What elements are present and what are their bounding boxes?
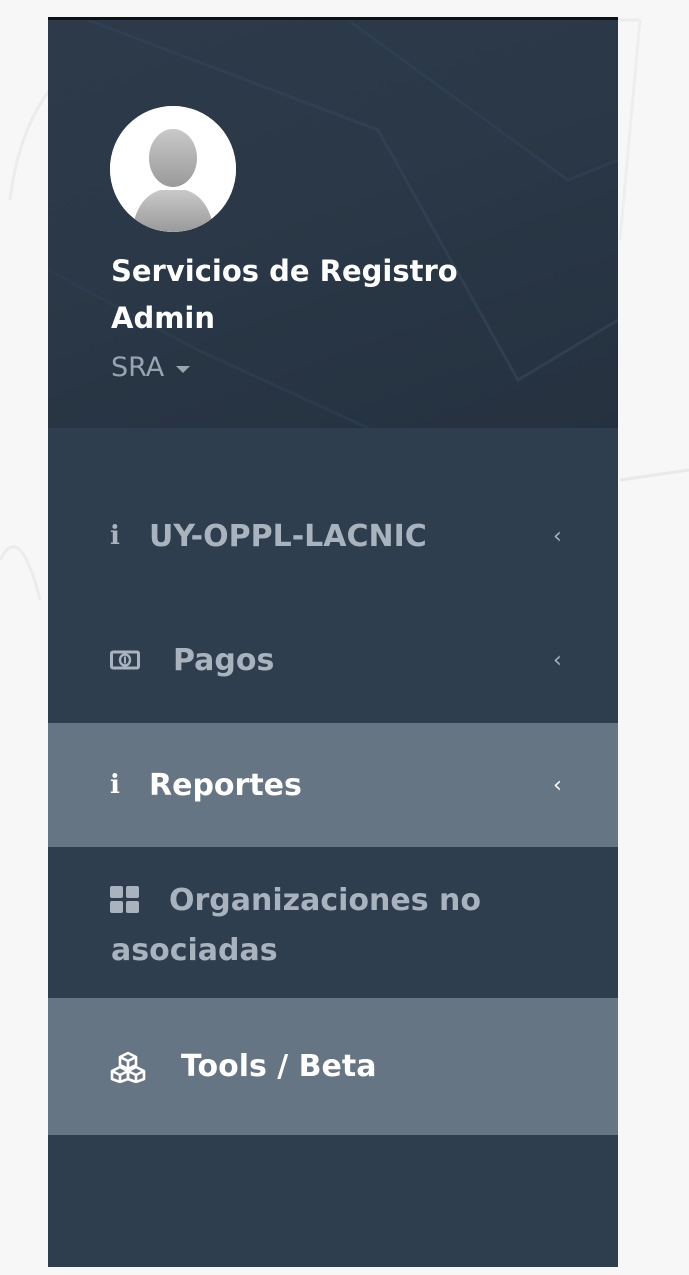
menu-item-organizaciones-no-asociadas[interactable]: Organizaciones no asociadas: [48, 848, 618, 998]
menu-item-label: UY-OPPL-LACNIC: [149, 518, 427, 554]
menu-item-tools-beta[interactable]: Tools / Beta: [48, 998, 618, 1135]
chevron-left-icon: ‹: [553, 523, 562, 549]
caret-down-icon: [176, 366, 191, 373]
avatar[interactable]: [110, 106, 236, 232]
menu-item-label: Organizaciones no asociadas: [111, 883, 482, 968]
menu-item-label: Pagos: [173, 642, 275, 678]
chevron-left-icon: ‹: [553, 647, 562, 673]
user-role-label: SRA: [111, 352, 165, 383]
sidebar: Servicios de Registro Admin SRA i UY-OPP…: [48, 17, 618, 1267]
user-name: Servicios de Registro Admin: [111, 254, 458, 335]
user-role-dropdown[interactable]: SRA: [111, 348, 191, 388]
menu-item-uy-oppl-lacnic[interactable]: i UY-OPPL-LACNIC ‹: [48, 475, 618, 597]
menu-item-reportes[interactable]: i Reportes ‹: [48, 723, 618, 847]
money-icon: [110, 650, 140, 670]
menu-item-pagos[interactable]: Pagos ‹: [48, 598, 618, 722]
info-icon: i: [110, 770, 120, 800]
cubes-icon: [110, 1051, 146, 1083]
menu-item-label: Reportes: [149, 767, 302, 803]
menu-item-label: Tools / Beta: [181, 1049, 377, 1084]
chevron-left-icon: ‹: [553, 772, 562, 798]
user-profile-panel: Servicios de Registro Admin SRA: [48, 20, 618, 428]
user-silhouette-icon: [110, 106, 236, 232]
info-icon: i: [110, 521, 120, 551]
